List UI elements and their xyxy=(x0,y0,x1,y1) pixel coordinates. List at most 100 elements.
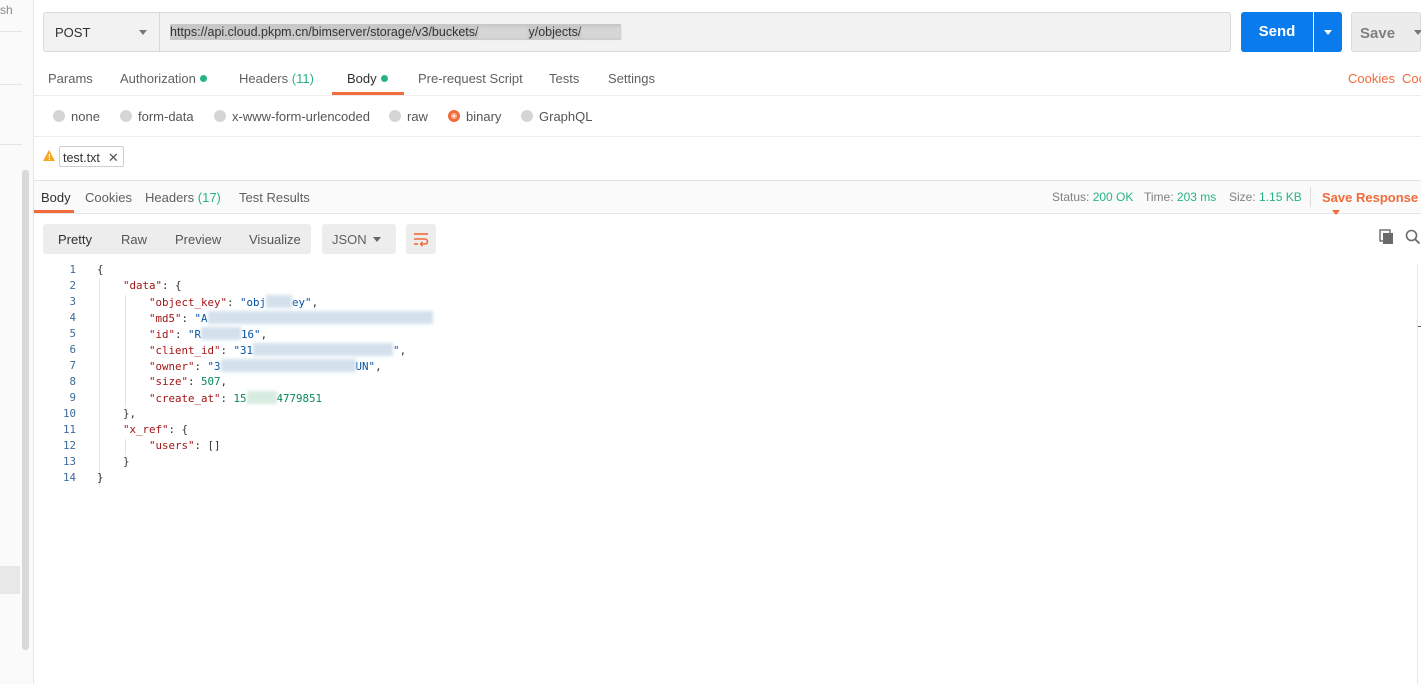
time-value: 203 ms xyxy=(1176,190,1217,204)
line-number: 9 xyxy=(69,391,76,404)
url-middle: y/objects/ xyxy=(528,25,582,39)
json-number: 4779851 xyxy=(276,392,323,405)
send-button[interactable]: Send xyxy=(1241,12,1313,52)
code-line: 13} xyxy=(34,455,1414,471)
tab-body[interactable]: Body xyxy=(347,71,388,86)
method-label: POST xyxy=(55,25,91,40)
resp-tab-body[interactable]: Body xyxy=(41,190,71,205)
radio-selected-icon xyxy=(448,110,460,122)
sidebar-scrollbar[interactable] xyxy=(22,170,29,650)
json-punct: : xyxy=(220,344,234,357)
line-content: "client_id": "31 ", xyxy=(149,343,406,357)
json-string: ey" xyxy=(292,296,312,309)
selected-file-chip[interactable]: test.txt ✕ xyxy=(59,146,124,167)
json-string: "31 xyxy=(233,344,254,357)
radio-none-label: none xyxy=(71,109,100,124)
wrap-lines-button[interactable] xyxy=(406,224,436,254)
radio-icon xyxy=(120,110,132,122)
code-scrollbar[interactable] xyxy=(1417,264,1421,684)
radio-urlencoded[interactable]: x-www-form-urlencoded xyxy=(214,109,370,124)
view-preview-button[interactable]: Preview xyxy=(175,232,221,247)
file-name: test.txt xyxy=(63,151,100,165)
format-select[interactable]: JSON xyxy=(322,224,396,254)
sidebar-divider xyxy=(0,144,22,145)
chevron-down-icon xyxy=(1332,210,1340,215)
response-body-code[interactable]: 1{ 2 "data": { 3 "object_key": "obj ey", 4 "… xyxy=(34,263,1414,683)
tab-tests[interactable]: Tests xyxy=(549,71,579,86)
radio-binary-label: binary xyxy=(466,109,502,124)
json-punct: , xyxy=(375,360,382,373)
body-type-selector: none form-data x-www-form-urlencoded raw… xyxy=(34,96,1421,137)
cookies-link[interactable]: Cookies xyxy=(1348,71,1395,86)
json-punct: : xyxy=(227,296,241,309)
sidebar-divider xyxy=(0,31,22,32)
resp-tab-headers-label: Headers xyxy=(145,190,195,205)
copy-icon[interactable] xyxy=(1379,229,1395,245)
view-raw-button[interactable]: Raw xyxy=(121,232,147,247)
line-content: "id": "R 16", xyxy=(149,327,267,341)
time-label: Time: xyxy=(1144,190,1174,204)
json-string: UN" xyxy=(355,360,376,373)
redacted-value xyxy=(207,311,433,324)
radio-raw[interactable]: raw xyxy=(389,109,428,124)
close-icon[interactable]: ✕ xyxy=(108,150,119,165)
json-number: 507 xyxy=(201,375,221,388)
request-panel: POST https://api.cloud.pkpm.cn/bimserver… xyxy=(34,0,1421,684)
chevron-down-icon xyxy=(373,237,381,242)
json-punct: } xyxy=(123,455,130,468)
redacted-value xyxy=(253,343,394,356)
code-line: 6 "client_id": "31 ", xyxy=(34,343,1414,359)
radio-graphql[interactable]: GraphQL xyxy=(521,109,592,124)
code-line: 8 "size": 507, xyxy=(34,375,1414,391)
code-link[interactable]: Coc xyxy=(1402,71,1421,86)
line-number: 7 xyxy=(69,359,76,372)
search-icon[interactable] xyxy=(1405,229,1421,245)
tab-headers[interactable]: Headers (11) xyxy=(239,71,314,86)
redacted-bucket xyxy=(478,26,529,39)
line-number: 2 xyxy=(69,279,76,292)
resp-tab-test-results[interactable]: Test Results xyxy=(239,190,310,205)
radio-none[interactable]: none xyxy=(53,109,100,124)
code-line: 5 "id": "R 16", xyxy=(34,327,1414,343)
view-pretty-button[interactable]: Pretty xyxy=(58,232,92,247)
json-punct: }, xyxy=(123,407,137,420)
code-line: 14} xyxy=(34,471,1414,487)
line-content: "md5": "A xyxy=(149,311,433,325)
code-line: 11 "x_ref": { xyxy=(34,423,1414,439)
status-label: Status: xyxy=(1052,190,1090,204)
url-prefix: https://api.cloud.pkpm.cn/bimserver/stor… xyxy=(170,25,479,39)
send-options-button[interactable] xyxy=(1314,12,1342,52)
tab-headers-label: Headers xyxy=(239,71,289,86)
method-select[interactable]: POST xyxy=(43,12,159,52)
json-key: "id" xyxy=(149,328,176,341)
sidebar-stub-text: sh xyxy=(0,3,13,17)
save-button[interactable]: Save xyxy=(1351,12,1421,52)
json-punct: { xyxy=(97,263,104,276)
status-readout: Status: 200 OK xyxy=(1052,190,1133,204)
view-visualize-button[interactable]: Visualize xyxy=(249,232,301,247)
resp-tab-headers[interactable]: Headers (17) xyxy=(145,190,221,205)
json-key: "client_id" xyxy=(149,344,221,357)
json-key: "users" xyxy=(149,439,195,452)
radio-icon xyxy=(521,110,533,122)
radio-binary[interactable]: binary xyxy=(448,109,501,124)
tab-prerequest-script[interactable]: Pre-request Script xyxy=(418,71,523,86)
save-response-button[interactable]: Save Response xyxy=(1322,190,1421,220)
tab-authorization-label: Authorization xyxy=(120,71,196,86)
warning-icon-mark: ! xyxy=(48,153,51,162)
json-string: "A xyxy=(194,312,208,325)
tab-settings[interactable]: Settings xyxy=(608,71,655,86)
code-line: 4 "md5": "A xyxy=(34,311,1414,327)
tab-authorization[interactable]: Authorization xyxy=(120,71,207,86)
radio-form-data[interactable]: form-data xyxy=(120,109,194,124)
wrap-lines-icon xyxy=(414,233,429,247)
active-tab-indicator xyxy=(34,210,74,213)
json-key: "object_key" xyxy=(149,296,228,309)
resp-tab-cookies[interactable]: Cookies xyxy=(85,190,132,205)
format-label: JSON xyxy=(332,232,367,247)
line-content: "data": { xyxy=(123,279,182,292)
json-string: "obj xyxy=(240,296,267,309)
tab-params[interactable]: Params xyxy=(48,71,93,86)
sidebar-selected-item[interactable] xyxy=(0,566,20,594)
url-input[interactable]: https://api.cloud.pkpm.cn/bimserver/stor… xyxy=(159,12,1231,52)
